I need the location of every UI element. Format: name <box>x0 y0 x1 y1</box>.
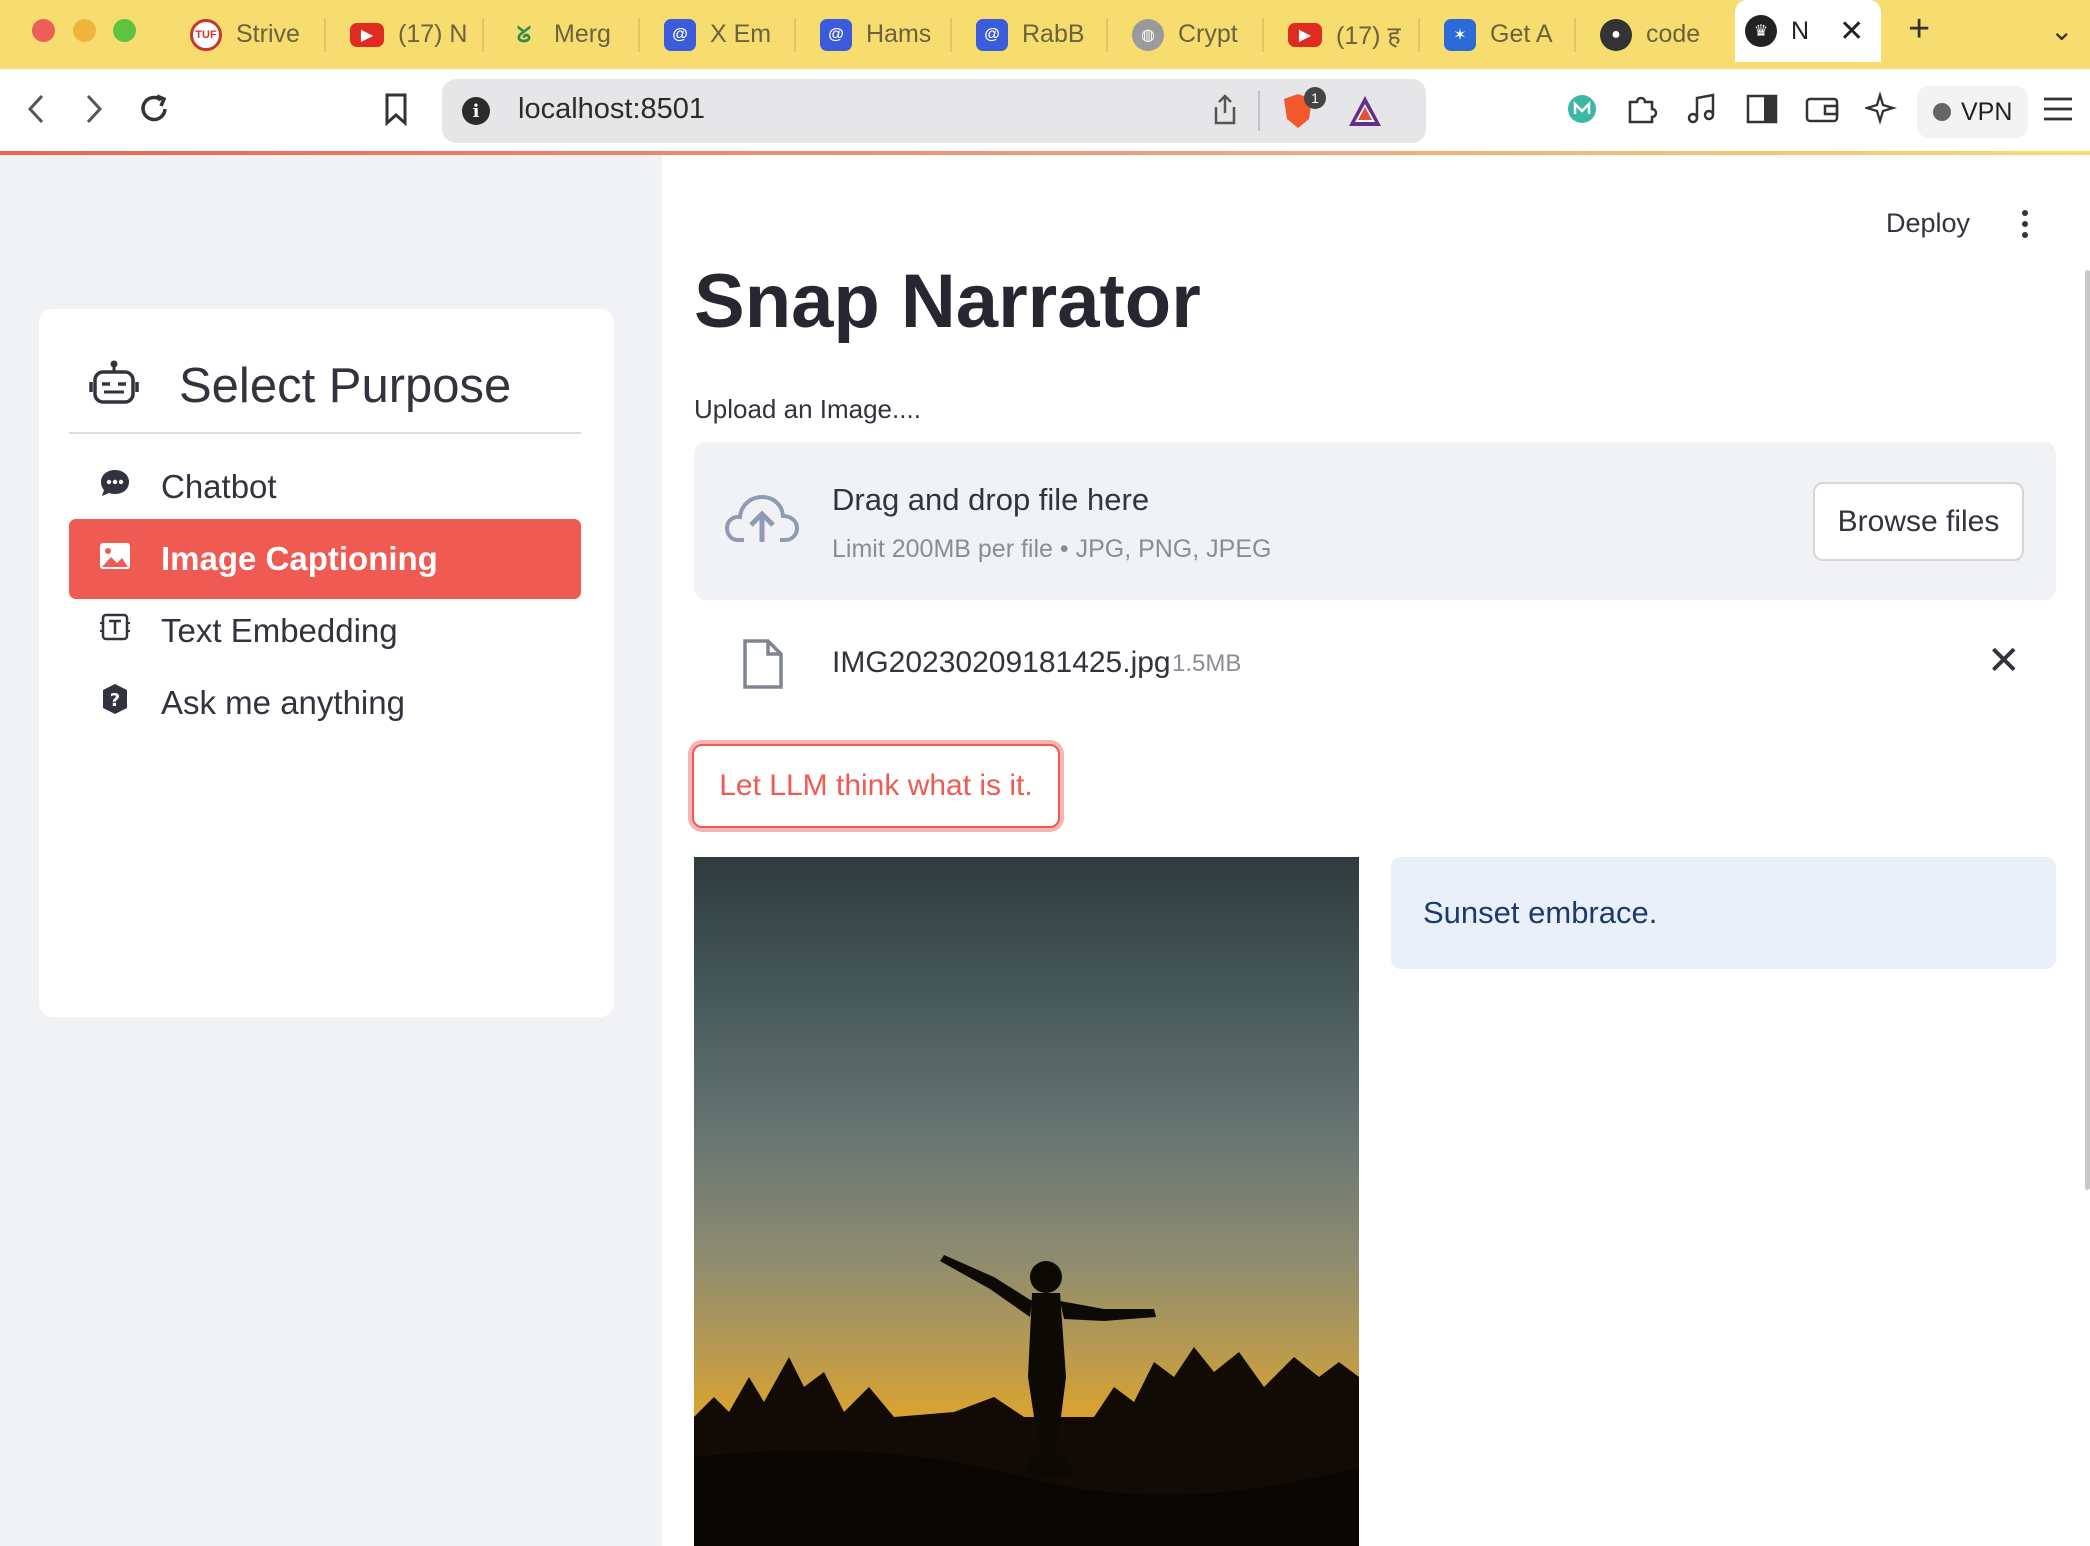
gfg-icon: ᘜ <box>516 21 532 47</box>
share-icon[interactable] <box>1210 93 1240 132</box>
hamburger-menu-icon[interactable] <box>2034 85 2082 133</box>
browser-tab[interactable]: ✶ Get A <box>1434 8 1572 61</box>
crown-icon: ♛ <box>1745 15 1777 47</box>
file-name: IMG20230209181425.jpg <box>832 646 1171 679</box>
zoom-window-button[interactable] <box>113 19 136 42</box>
svg-text:?: ? <box>110 690 120 711</box>
tab-title: Get A <box>1490 20 1553 48</box>
sidebar-toggle-icon[interactable] <box>1738 85 1786 133</box>
menu-item-ask-me-anything[interactable]: ? Ask me anything <box>69 663 581 743</box>
more-options-icon[interactable] <box>2010 206 2040 242</box>
site-info-icon[interactable]: i <box>462 97 490 125</box>
butterfly-icon: ✶ <box>1444 18 1476 51</box>
browser-tab-active[interactable]: ♛ N ✕ <box>1735 0 1881 62</box>
menu-item-text-embedding[interactable]: Text Embedding <box>69 591 581 671</box>
close-window-button[interactable] <box>32 19 55 42</box>
browser-tab[interactable]: ▶ (17) N <box>340 8 478 61</box>
app-icon: @ <box>664 18 696 51</box>
scrollbar[interactable] <box>2085 270 2090 1190</box>
file-size: 1.5MB <box>1172 650 1242 677</box>
caption-result: Sunset embrace. <box>1391 857 2056 969</box>
browser-tab[interactable]: @ RabB <box>966 8 1104 61</box>
leo-ai-icon[interactable] <box>1858 85 1906 133</box>
url-text: localhost:8501 <box>518 93 706 125</box>
browser-tab[interactable]: ◍ Crypt <box>1122 8 1260 61</box>
tab-title: X Em <box>710 20 772 48</box>
tab-title: Hams <box>866 20 932 48</box>
forward-button[interactable] <box>70 85 118 133</box>
caption-text: Sunset embrace. <box>1423 895 1658 930</box>
browser-tab[interactable]: ● code <box>1590 8 1728 61</box>
youtube-icon: ▶ <box>1288 22 1322 47</box>
browser-tab[interactable]: TUF Strive <box>180 8 318 61</box>
text-box-icon <box>99 611 131 651</box>
tab-title: N <box>1791 16 1810 45</box>
close-tab-icon[interactable]: ✕ <box>1839 14 1864 49</box>
tab-title: (17) ह <box>1336 21 1401 50</box>
media-music-icon[interactable] <box>1678 85 1726 133</box>
back-button[interactable] <box>12 85 60 133</box>
image-icon <box>99 540 131 578</box>
menu-item-label: Text Embedding <box>161 612 398 649</box>
browse-files-button[interactable]: Browse files <box>1813 482 2024 561</box>
deploy-button[interactable]: Deploy <box>1886 208 1970 239</box>
vpn-button[interactable]: VPN <box>1917 86 2029 138</box>
menu-title: Select Purpose <box>179 358 512 413</box>
remove-file-icon[interactable]: ✕ <box>1987 638 2021 684</box>
browser-tab[interactable]: @ X Em <box>654 8 792 61</box>
extensions-puzzle-icon[interactable] <box>1618 85 1666 133</box>
chevron-down-icon[interactable]: ⌄ <box>2050 14 2073 47</box>
github-icon: ● <box>1600 18 1632 51</box>
tab-title: RabB <box>1022 20 1085 48</box>
vpn-label: VPN <box>1961 97 2013 126</box>
uploaded-photo <box>694 857 1359 1546</box>
address-bar[interactable]: i localhost:8501 1 <box>442 79 1426 143</box>
cloud-upload-icon <box>724 492 800 551</box>
vpn-status-icon <box>1933 103 1951 121</box>
menu-item-image-captioning[interactable]: Image Captioning <box>69 519 581 599</box>
tab-title: code <box>1646 20 1701 48</box>
tab-title: (17) N <box>398 20 468 48</box>
option-menu: Select Purpose Chatbot Image Captioning … <box>39 309 614 1017</box>
menu-item-label: Image Captioning <box>161 540 438 577</box>
menu-header: Select Purpose <box>69 339 581 434</box>
tab-title: Merg <box>554 20 611 48</box>
menu-item-chatbot[interactable]: Chatbot <box>69 447 581 527</box>
sidebar: Select Purpose Chatbot Image Captioning … <box>0 155 662 1546</box>
bookmark-icon[interactable] <box>372 85 420 133</box>
chat-bubble-icon <box>99 467 131 507</box>
app-icon: @ <box>976 18 1008 51</box>
browser-tab-strip: TUF Strive ▶ (17) N ᘜ Merg @ X Em @ Hams… <box>0 0 2090 69</box>
browser-tab[interactable]: @ Hams <box>810 8 948 61</box>
generate-caption-button[interactable]: Let LLM think what is it. <box>692 744 1060 828</box>
brave-badge: 1 <box>1304 87 1326 109</box>
reload-button[interactable] <box>130 85 178 133</box>
globe-icon: ◍ <box>1132 18 1164 51</box>
browser-tab[interactable]: ▶ (17) ह <box>1278 8 1416 61</box>
tuf-icon: TUF <box>190 18 222 51</box>
question-circle-icon: ? <box>99 683 131 723</box>
robot-icon <box>89 358 139 413</box>
browser-toolbar: i localhost:8501 1 VPN <box>0 69 2090 154</box>
upload-label: Upload an Image.... <box>694 394 921 424</box>
tab-title: Crypt <box>1178 20 1238 48</box>
new-tab-button[interactable]: + <box>1908 8 1930 51</box>
menu-item-label: Chatbot <box>161 468 277 505</box>
file-icon <box>742 638 784 695</box>
extension-icon[interactable] <box>1558 85 1606 133</box>
dropzone-instruction: Drag and drop file here <box>832 482 1150 517</box>
dropzone-limits: Limit 200MB per file • JPG, PNG, JPEG <box>832 535 1272 563</box>
app-icon: @ <box>820 18 852 51</box>
file-dropzone[interactable]: Drag and drop file here Limit 200MB per … <box>694 442 2056 600</box>
minimize-window-button[interactable] <box>73 19 96 42</box>
menu-item-label: Ask me anything <box>161 684 405 721</box>
brave-rewards-icon[interactable] <box>1346 93 1384 134</box>
wallet-icon[interactable] <box>1798 85 1846 133</box>
tab-title: Strive <box>236 20 300 48</box>
youtube-icon: ▶ <box>350 22 384 47</box>
browser-tab[interactable]: ᘜ Merg <box>498 8 636 61</box>
page-title: Snap Narrator <box>694 259 1201 344</box>
uploaded-file-row: IMG20230209181425.jpg 1.5MB ✕ <box>694 620 2056 710</box>
